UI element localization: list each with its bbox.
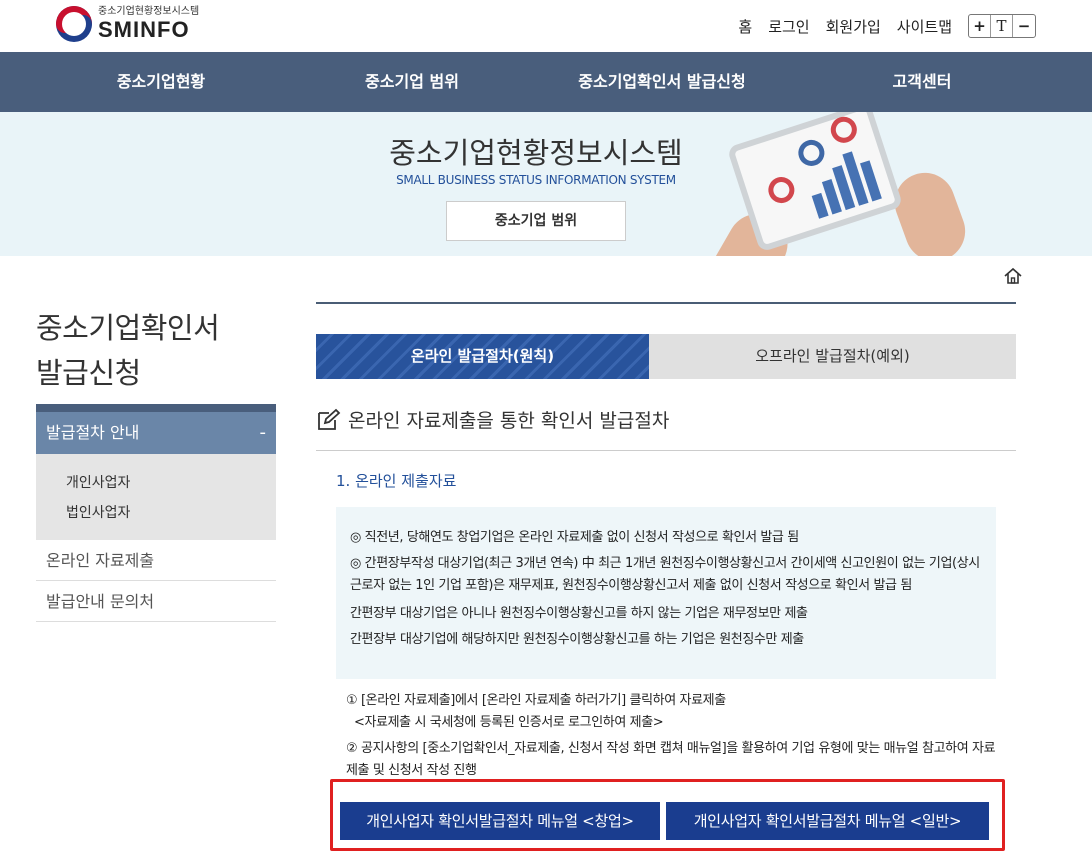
info-line: 간편장부 대상기업은 아니나 원천징수이행상황신고를 하지 않는 기업은 재무정…: [350, 606, 808, 621]
sidebar-submenu: 개인사업자 법인사업자: [36, 454, 276, 540]
font-reset-button[interactable]: T: [991, 15, 1013, 37]
utility-menu: 홈 로그인 회원가입 사이트맵 + T −: [738, 14, 1036, 38]
util-home-link[interactable]: 홈: [738, 16, 752, 37]
edit-icon: [318, 408, 341, 430]
procedure-steps: ① [온라인 자료제출]에서 [온라인 자료제출 하러가기] 클릭하여 자료제출…: [346, 690, 996, 782]
sidebar-item-inquiry[interactable]: 발급안내 문의처: [36, 581, 276, 622]
step-2: ② 공지사항의 [중소기업확인서_자료제출, 신청서 작성 화면 캡쳐 매뉴얼]…: [346, 741, 996, 756]
info-line: ◎ 간편장부작성 대상기업(최근 3개년 연속) 中 최근 1개년 원천징수이행…: [350, 556, 980, 571]
tab-offline-procedure[interactable]: 오프라인 발급절차(예외): [649, 334, 1016, 379]
info-box: ◎ 직전년, 당해연도 창업기업은 온라인 자료제출 없이 신청서 작성으로 확…: [336, 507, 996, 679]
font-increase-button[interactable]: +: [969, 15, 991, 37]
nav-customer-center[interactable]: 고객센터: [822, 52, 1022, 112]
section-divider: [316, 450, 1016, 451]
manual-general-button[interactable]: 개인사업자 확인서발급절차 메뉴얼 <일반>: [666, 802, 989, 840]
info-line: 근로자 없는 1인 기업 포함)은 재무제표, 원천징수이행상황신고서 제출 없…: [350, 578, 912, 593]
step-1-note: <자료제출 시 국세청에 등록된 인증서로 로그인하여 제출>: [354, 715, 664, 730]
logo-title: SMINFO: [98, 17, 190, 42]
home-icon[interactable]: [1003, 266, 1023, 286]
collapse-icon: -: [259, 422, 267, 443]
sidebar-subitem-individual[interactable]: 개인사업자: [66, 468, 276, 498]
manual-startup-button[interactable]: 개인사업자 확인서발급절차 메뉴얼 <창업>: [340, 802, 660, 840]
top-bar: 중소기업현황정보시스템 SMINFO 홈 로그인 회원가입 사이트맵 + T −: [0, 0, 1092, 52]
nav-sme-status[interactable]: 중소기업현황: [0, 52, 322, 112]
info-line: ◎ 직전년, 당해연도 창업기업은 온라인 자료제출 없이 신청서 작성으로 확…: [350, 530, 799, 545]
section-title-text: 온라인 자료제출을 통한 확인서 발급절차: [348, 410, 670, 432]
font-decrease-button[interactable]: −: [1013, 15, 1035, 37]
util-signup-link[interactable]: 회원가입: [826, 16, 881, 37]
banner-sme-scope-button[interactable]: 중소기업 범위: [446, 201, 626, 241]
section-title: 온라인 자료제출을 통한 확인서 발급절차: [316, 406, 669, 433]
sidebar-subitem-corporate[interactable]: 법인사업자: [66, 498, 276, 528]
content-top-divider: [316, 302, 1016, 304]
sidebar-item-issue-procedure[interactable]: 발급절차 안내 -: [36, 412, 276, 454]
nav-sme-scope[interactable]: 중소기업 범위: [322, 52, 502, 112]
info-line: 간편장부 대상기업에 해당하지만 원천징수이행상황신고를 하는 기업은 원천징수…: [350, 632, 804, 647]
sidebar-item-online-submission[interactable]: 온라인 자료제출: [36, 540, 276, 581]
sidebar-title-line1: 중소기업확인서: [36, 311, 220, 345]
sidebar-title-line2: 발급신청: [36, 356, 141, 390]
nav-certificate-application[interactable]: 중소기업확인서 발급신청: [502, 52, 822, 112]
sub-title: 1. 온라인 제출자료: [336, 472, 457, 490]
procedure-tabs: 온라인 발급절차(원칙) 오프라인 발급절차(예외): [316, 334, 1016, 379]
font-size-control: + T −: [968, 14, 1036, 38]
sidebar-item-label: 발급절차 안내: [46, 423, 140, 442]
util-sitemap-link[interactable]: 사이트맵: [897, 16, 952, 37]
site-logo[interactable]: 중소기업현황정보시스템 SMINFO: [56, 6, 199, 42]
step-1: ① [온라인 자료제출]에서 [온라인 자료제출 하러가기] 클릭하여 자료제출: [346, 693, 726, 708]
sidebar-title: 중소기업확인서 발급신청: [36, 306, 220, 396]
sidebar-menu: 발급절차 안내 - 개인사업자 법인사업자 온라인 자료제출 발급안내 문의처: [36, 404, 276, 622]
banner-title: 중소기업현황정보시스템: [389, 136, 683, 170]
taegeuk-emblem-icon: [56, 6, 92, 42]
main-navigation: 중소기업현황 중소기업 범위 중소기업확인서 발급신청 고객센터: [0, 52, 1092, 112]
tab-online-procedure[interactable]: 온라인 발급절차(원칙): [316, 334, 649, 379]
util-login-link[interactable]: 로그인: [768, 16, 809, 37]
hero-banner: 중소기업현황정보시스템 SMALL BUSINESS STATUS INFORM…: [0, 112, 1092, 256]
